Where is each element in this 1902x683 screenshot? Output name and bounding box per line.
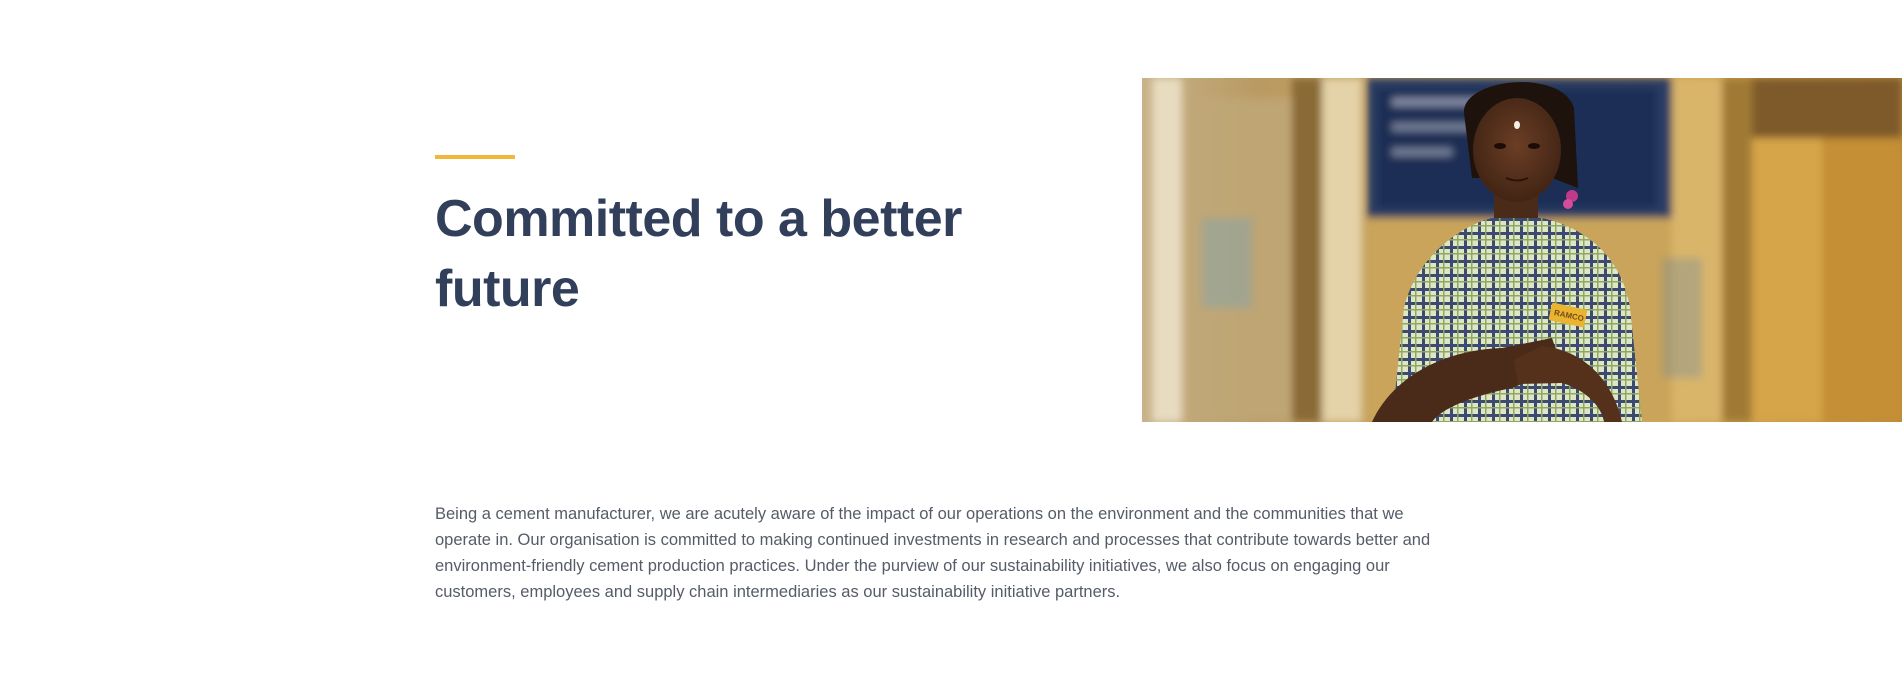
hero-photo: RAMCO (1142, 78, 1902, 422)
section-body-text: Being a cement manufacturer, we are acut… (435, 505, 1431, 601)
accent-bar (435, 155, 515, 159)
section-heading: Committed to a better future (435, 190, 962, 318)
